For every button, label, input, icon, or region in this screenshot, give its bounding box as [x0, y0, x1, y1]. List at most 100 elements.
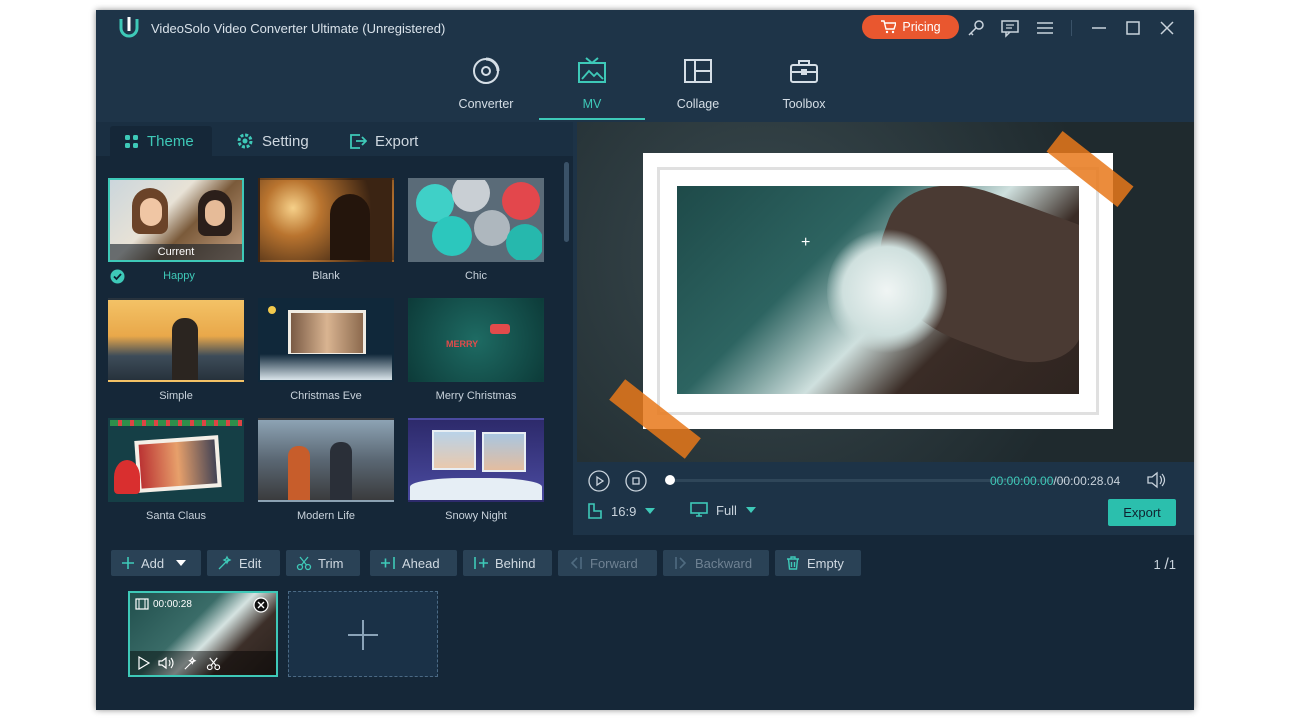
- add-clip-plus-icon: [348, 620, 378, 650]
- maximize-icon[interactable]: [1123, 18, 1143, 38]
- forward-button[interactable]: Forward: [558, 550, 657, 576]
- nav-toolbox-label: Toolbox: [782, 97, 826, 111]
- theme-label-modern-life: Modern Life: [296, 510, 356, 522]
- edit-button[interactable]: Edit: [207, 550, 280, 576]
- export-button[interactable]: Export: [1108, 499, 1176, 526]
- crosshair-icon: +: [801, 234, 811, 251]
- remove-clip-icon[interactable]: [253, 597, 269, 613]
- theme-thumb-modern-life[interactable]: [258, 418, 394, 502]
- theme-scrollbar[interactable]: [564, 162, 569, 242]
- nav-collage-label: Collage: [676, 97, 720, 111]
- add-label: Add: [141, 555, 165, 571]
- page-indicator: 1 /1: [1153, 556, 1176, 574]
- converter-icon: [473, 57, 500, 84]
- insert-behind-icon: [474, 557, 488, 569]
- add-clip-slot[interactable]: [288, 591, 438, 677]
- mv-icon: [578, 57, 606, 83]
- theme-label-merry-christmas: Merry Christmas: [435, 390, 517, 402]
- clip-play-icon[interactable]: [137, 656, 151, 670]
- nav-collage[interactable]: Collage: [645, 46, 751, 122]
- chevron-down-icon: [176, 559, 187, 566]
- nav-mv[interactable]: MV: [539, 46, 645, 122]
- theme-grid: Current Happy Blank Chic Simple Christma…: [96, 162, 566, 535]
- clip-edit-icon[interactable]: [183, 656, 198, 671]
- theme-thumb-snowy-night[interactable]: [408, 418, 544, 502]
- backward-icon: [675, 557, 687, 569]
- clip-action-bar: [130, 651, 276, 675]
- page-total: 1: [1168, 557, 1176, 572]
- theme-thumb-simple[interactable]: [108, 298, 244, 382]
- trim-label: Trim: [318, 555, 344, 571]
- photo-frame: +: [643, 153, 1113, 429]
- theme-thumb-chic[interactable]: [408, 178, 544, 262]
- current-time: 00:00:00.00: [990, 474, 1054, 488]
- trim-button[interactable]: Trim: [286, 550, 360, 576]
- minimize-icon[interactable]: [1089, 18, 1109, 38]
- clip-item[interactable]: 00:00:28: [128, 591, 278, 677]
- theme-panel: Theme Setting Export Current Happy Blank…: [96, 122, 573, 535]
- theme-label-snowy-night: Snowy Night: [445, 510, 507, 522]
- behind-button[interactable]: Behind: [463, 550, 552, 576]
- edit-label: Edit: [239, 555, 262, 571]
- ratio-icon: [588, 503, 602, 519]
- theme-thumb-merry-christmas[interactable]: MERRY: [408, 298, 544, 382]
- title-divider: [1071, 20, 1072, 36]
- progress-handle[interactable]: [665, 475, 675, 485]
- tab-setting-label: Setting: [262, 132, 309, 150]
- current-tag: Current: [110, 244, 242, 260]
- pricing-button[interactable]: Pricing: [862, 15, 959, 39]
- menu-icon[interactable]: [1035, 18, 1055, 38]
- nav-converter[interactable]: Converter: [433, 46, 539, 122]
- nav-converter-label: Converter: [458, 97, 514, 111]
- display-mode-select[interactable]: Full: [690, 502, 757, 518]
- cart-icon: [881, 20, 897, 34]
- empty-button[interactable]: Empty: [775, 550, 861, 576]
- clip-volume-icon[interactable]: [158, 656, 176, 670]
- backward-button[interactable]: Backward: [663, 550, 769, 576]
- time-display: 00:00:00.00/00:00:28.04: [990, 474, 1120, 488]
- app-window: VideoSolo Video Converter Ultimate (Unre…: [96, 10, 1194, 710]
- ahead-button[interactable]: Ahead: [370, 550, 457, 576]
- collage-icon: [684, 59, 712, 83]
- feedback-icon[interactable]: [1000, 18, 1020, 38]
- theme-thumb-blank[interactable]: [258, 178, 394, 262]
- ratio-select[interactable]: 16:9: [587, 502, 656, 520]
- preview-image: +: [677, 186, 1079, 394]
- key-icon[interactable]: [966, 18, 986, 38]
- export-icon: [350, 134, 367, 149]
- play-icon[interactable]: [588, 470, 610, 492]
- player-controls: 00:00:00.00/00:00:28.04 16:9 Full Export: [573, 462, 1194, 535]
- nav-mv-label: MV: [582, 97, 602, 111]
- behind-label: Behind: [495, 555, 536, 571]
- film-icon: [135, 598, 149, 610]
- backward-label: Backward: [695, 555, 753, 571]
- ahead-label: Ahead: [402, 555, 440, 571]
- theme-thumb-santa-claus[interactable]: [108, 418, 244, 502]
- tab-export[interactable]: Export: [335, 126, 432, 156]
- video-preview: +: [577, 122, 1194, 462]
- pricing-label: Pricing: [902, 20, 941, 34]
- clip-trim-icon[interactable]: [206, 656, 221, 671]
- chevron-down-icon: [745, 507, 756, 513]
- tab-setting[interactable]: Setting: [222, 126, 323, 156]
- close-icon[interactable]: [1157, 18, 1177, 38]
- theme-label-christmas-eve: Christmas Eve: [290, 390, 362, 402]
- stop-icon[interactable]: [625, 470, 647, 492]
- volume-icon[interactable]: [1146, 471, 1166, 489]
- title-bar: VideoSolo Video Converter Ultimate (Unre…: [96, 10, 1194, 46]
- scissors-icon: [296, 556, 312, 571]
- main-nav: Converter MV Collage Toolbox: [96, 46, 1194, 122]
- clip-duration: 00:00:28: [153, 599, 192, 610]
- theme-label-chic: Chic: [464, 270, 487, 282]
- theme-thumb-christmas-eve[interactable]: [258, 298, 394, 382]
- theme-label-simple: Simple: [159, 390, 193, 402]
- monitor-icon: [690, 502, 708, 517]
- ratio-label: 16:9: [611, 503, 637, 519]
- theme-thumb-happy[interactable]: Current: [108, 178, 244, 262]
- nav-toolbox[interactable]: Toolbox: [751, 46, 857, 122]
- tab-theme[interactable]: Theme: [110, 126, 212, 156]
- empty-label: Empty: [807, 555, 844, 571]
- add-button[interactable]: Add: [111, 550, 201, 576]
- theme-label-happy: Happy: [163, 270, 195, 282]
- forward-icon: [570, 557, 582, 569]
